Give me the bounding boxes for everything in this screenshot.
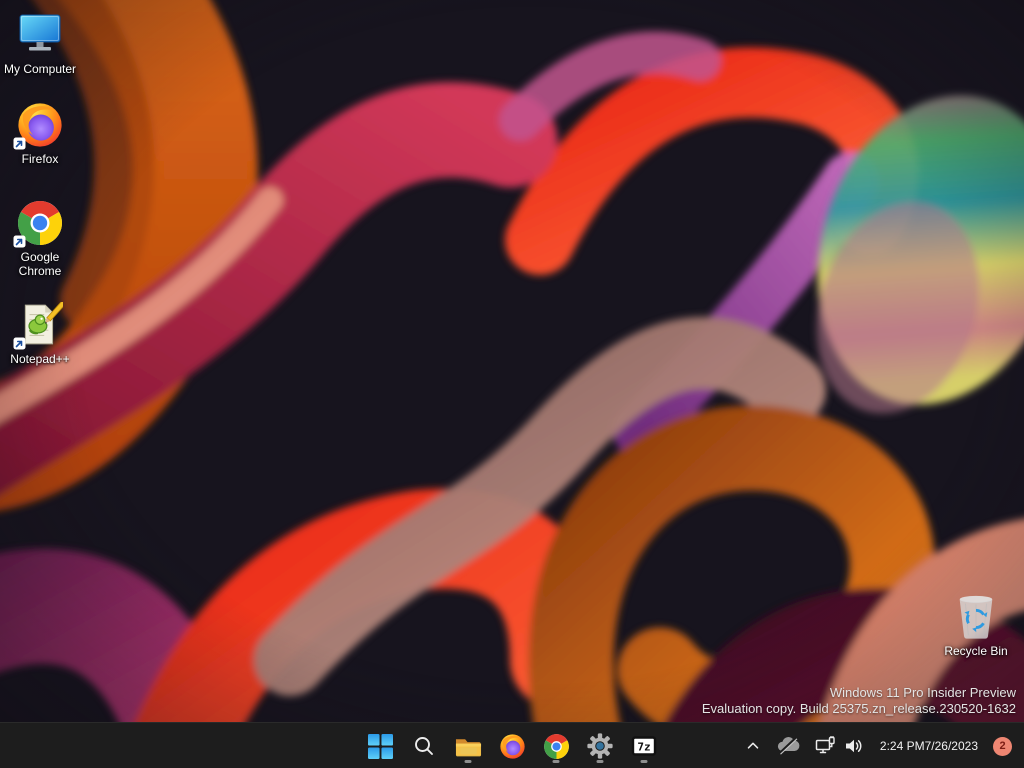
chrome-taskbar-button[interactable] [536,726,576,766]
running-indicator [596,760,604,763]
running-indicator [552,760,560,763]
seven-zip-button[interactable]: 7z [624,726,664,766]
desktop-icon-notepadpp[interactable]: Notepad++ [1,300,79,367]
notification-count: 2 [999,740,1006,752]
notepadpp-label: Notepad++ [10,352,70,366]
tray-date: 7/26/2023 [924,738,978,753]
recycle-bin-icon [951,592,1001,642]
insider-watermark: Windows 11 Pro Insider Preview Evaluatio… [702,685,1016,716]
my-computer-icon [15,10,65,60]
network-volume-button[interactable] [809,727,870,765]
windows-logo-icon [367,733,393,759]
hidden-icons-button[interactable] [739,727,767,765]
firefox-label: Firefox [21,152,59,166]
chevron-up-icon [747,742,759,749]
shortcut-arrow-icon [13,137,26,150]
network-ethernet-icon [815,736,835,754]
my-computer-label: My Computer [3,62,77,76]
file-explorer-icon [455,738,481,756]
chrome-icon [543,733,569,759]
firefox-icon [499,733,525,759]
system-tray: 2:24 PM 7/26/2023 2 [739,723,1024,768]
chrome-label: Google Chrome [18,250,62,278]
tray-time: 2:24 PM [879,738,925,753]
start-button[interactable] [360,726,400,766]
desktop-icon-firefox[interactable]: Firefox [1,100,79,167]
clock[interactable]: 2:24 PM 7/26/2023 [873,727,985,765]
taskbar-center-group: 7z [360,723,664,768]
notification-count-badge[interactable]: 2 [993,736,1012,756]
wallpaper-bloom-abstract [0,0,1024,768]
desktop-icon-my-computer[interactable]: My Computer [1,10,79,77]
seven-zip-icon: 7z [631,736,657,756]
search-icon [415,737,433,755]
onedrive-tray-button[interactable] [770,727,806,765]
running-indicator [464,760,472,763]
firefox-taskbar-button[interactable] [492,726,532,766]
watermark-line1: Windows 11 Pro Insider Preview [829,685,1016,701]
desktop-icon-recycle-bin[interactable]: Recycle Bin [937,592,1015,659]
seven-zip-glyph: 7z [637,741,650,754]
onedrive-offline-cloud-icon [777,737,800,755]
taskbar: 7z 2:24 PM 7/26/2023 2 [0,722,1024,768]
volume-icon [845,739,862,753]
watermark-line2: Evaluation copy. Build 25375.zn_release.… [701,700,1016,716]
shortcut-arrow-icon [13,235,26,248]
notepadpp-icon [13,300,65,350]
desktop: My Computer Firefox Google Chrome Notepa… [0,0,1024,768]
chrome-icon [13,198,65,248]
desktop-icon-google-chrome[interactable]: Google Chrome [1,198,79,279]
file-explorer-button[interactable] [448,726,488,766]
firefox-icon [13,100,65,150]
running-indicator [640,760,648,763]
recycle-bin-label: Recycle Bin [944,644,1008,658]
search-button[interactable] [404,726,444,766]
gear-icon [587,733,613,759]
shortcut-arrow-icon [13,337,26,350]
settings-button[interactable] [580,726,620,766]
